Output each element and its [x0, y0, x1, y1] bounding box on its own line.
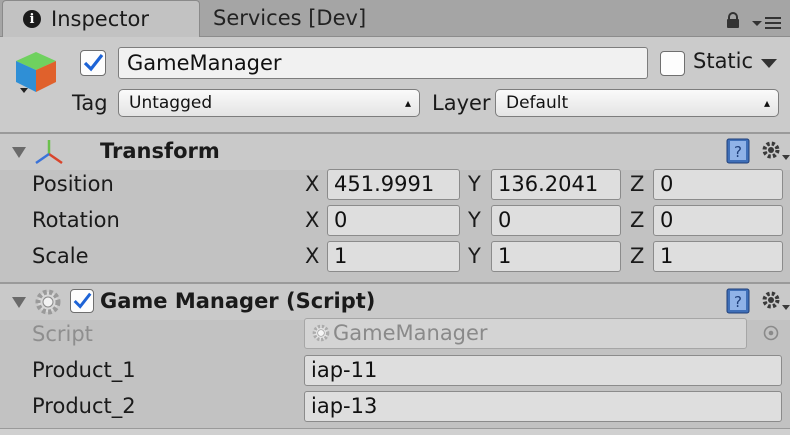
product-2-field[interactable]: iap-13	[304, 391, 782, 422]
object-picker-icon[interactable]	[762, 324, 780, 342]
tab-inspector[interactable]: i Inspector	[2, 0, 200, 37]
help-book-icon[interactable]: ?	[726, 138, 750, 164]
tag-value: Untagged	[129, 93, 213, 113]
game-manager-header[interactable]: Game Manager (Script) ?	[0, 282, 790, 320]
position-label: Position	[32, 172, 114, 196]
checkmark-icon	[73, 292, 92, 309]
updown-arrows-icon: ▴	[763, 96, 770, 110]
static-checkbox[interactable]	[660, 51, 685, 76]
gameobject-cube-icon	[16, 52, 56, 93]
axis-y-label[interactable]: Y	[468, 208, 481, 232]
object-name-field[interactable]	[118, 47, 648, 79]
tab-services[interactable]: Services [Dev]	[201, 0, 371, 36]
axis-x-label[interactable]: X	[305, 244, 319, 268]
game-manager-title: Game Manager (Script)	[100, 289, 376, 313]
layer-label: Layer	[432, 91, 491, 115]
product-2-label: Product_2	[32, 394, 136, 418]
axis-z-label[interactable]: Z	[630, 208, 644, 232]
info-icon: i	[23, 10, 41, 28]
script-label: Script	[32, 322, 93, 346]
product-1-field[interactable]: iap-11	[304, 355, 782, 386]
menu-icon[interactable]	[752, 14, 782, 30]
checkmark-icon	[83, 54, 104, 72]
product-1-label: Product_1	[32, 358, 136, 382]
position-z-field[interactable]: 0	[653, 169, 783, 200]
updown-arrows-icon: ▴	[404, 96, 411, 110]
help-book-icon[interactable]: ?	[726, 288, 750, 314]
layer-dropdown[interactable]: Default ▴	[495, 89, 779, 117]
svg-text:?: ?	[734, 143, 742, 161]
scale-z-field[interactable]: 1	[653, 241, 783, 272]
lock-icon[interactable]	[725, 12, 741, 28]
tag-dropdown[interactable]: Untagged ▴	[118, 89, 420, 117]
script-gear-icon	[35, 289, 61, 315]
rotation-z-field[interactable]: 0	[653, 205, 783, 236]
rotation-label: Rotation	[32, 208, 120, 232]
axis-z-label[interactable]: Z	[630, 172, 644, 196]
transform-title: Transform	[100, 139, 220, 163]
scale-y-field[interactable]: 1	[491, 241, 621, 272]
foldout-arrow-icon[interactable]	[10, 144, 28, 160]
transform-header[interactable]: Transform ?	[0, 133, 790, 170]
layer-value: Default	[506, 93, 569, 113]
active-checkbox[interactable]	[80, 50, 106, 76]
scale-x-field[interactable]: 1	[327, 241, 460, 272]
gear-icon[interactable]	[760, 139, 790, 163]
script-enabled-checkbox[interactable]	[70, 289, 94, 313]
svg-text:?: ?	[734, 293, 742, 311]
position-y-field[interactable]: 136.2041	[491, 169, 621, 200]
gear-icon[interactable]	[760, 289, 790, 313]
position-x-field[interactable]: 451.9991	[327, 169, 460, 200]
axis-z-label[interactable]: Z	[630, 244, 644, 268]
transform-axes-icon	[35, 140, 63, 165]
axis-x-label[interactable]: X	[305, 172, 319, 196]
axis-y-label[interactable]: Y	[468, 172, 481, 196]
dropdown-arrow-icon[interactable]	[760, 56, 778, 70]
tab-inspector-label: Inspector	[51, 7, 149, 31]
tab-bar: i Inspector Services [Dev]	[0, 0, 790, 37]
rotation-y-field[interactable]: 0	[491, 205, 621, 236]
script-value: GameManager	[333, 321, 488, 345]
axis-y-label[interactable]: Y	[468, 244, 481, 268]
tag-label: Tag	[72, 91, 108, 115]
script-object-field[interactable]: GameManager	[304, 318, 747, 349]
axis-x-label[interactable]: X	[305, 208, 319, 232]
static-label: Static	[693, 49, 754, 73]
scale-label: Scale	[32, 244, 89, 268]
rotation-x-field[interactable]: 0	[327, 205, 460, 236]
tab-services-label: Services [Dev]	[213, 6, 367, 30]
foldout-arrow-icon[interactable]	[10, 294, 28, 310]
script-gear-icon	[312, 324, 330, 342]
